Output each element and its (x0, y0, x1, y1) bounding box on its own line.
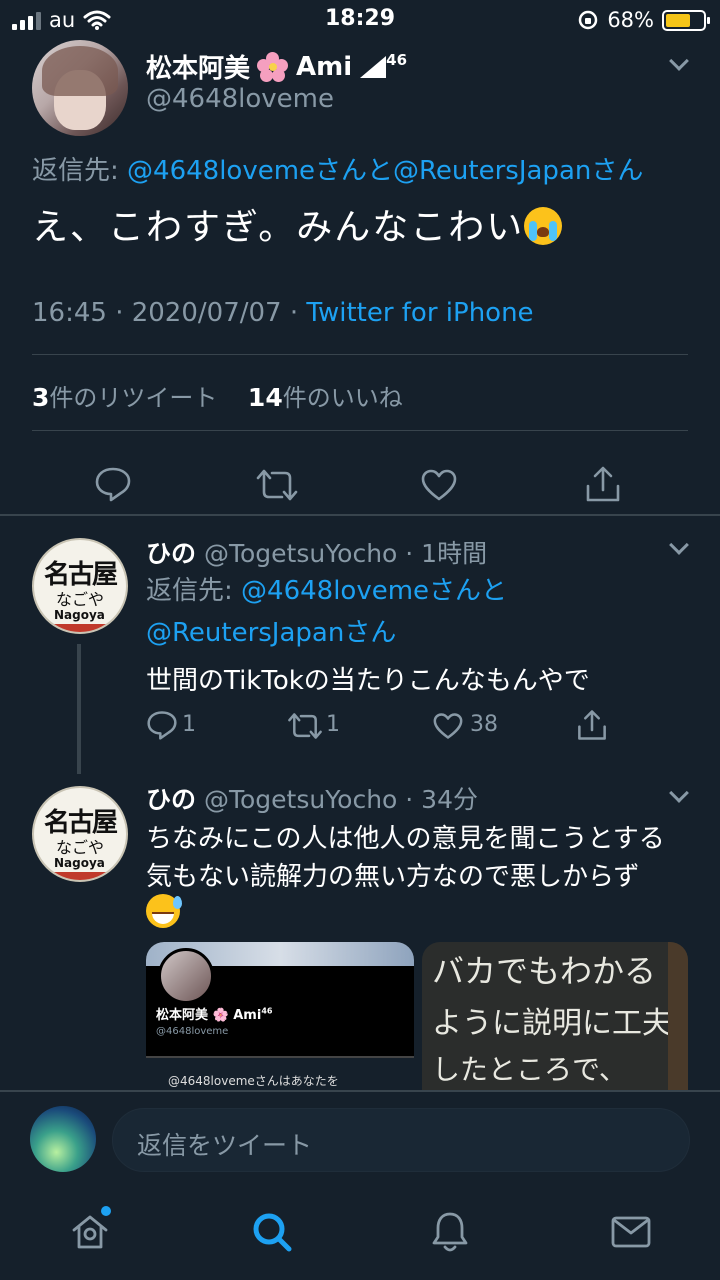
reply-text: 世間のTikTokの当たりこんなもんやで (146, 666, 590, 696)
reply-handle-time: @TogetsuYocho · 1時間 (203, 539, 488, 568)
battery-fill (666, 13, 691, 27)
reply-avatar[interactable]: 名古屋 なごや Nagoya (32, 786, 128, 882)
like-count: 38 (470, 712, 498, 737)
battery-icon (662, 9, 710, 31)
chevron-down-icon[interactable] (669, 51, 689, 71)
author-handle: @4648loveme (146, 84, 335, 114)
retweets-stat[interactable]: 3件のリツイート (32, 383, 218, 412)
section-divider (0, 514, 720, 516)
reply-count: 1 (182, 712, 196, 737)
tweet-stats: 3件のリツイート 14件のいいね (32, 378, 403, 413)
likes-count: 14 (247, 383, 283, 412)
orientation-lock-icon (579, 10, 598, 30)
heart-icon[interactable] (420, 468, 458, 502)
grinning-sweat-icon (146, 894, 182, 928)
chalk-text-line: したところで、 (432, 1053, 627, 1086)
tweet-text: え、こわすぎ。みんなこわい (32, 198, 563, 250)
reply-to-prefix: 返信先: (32, 156, 128, 186)
share-icon[interactable] (576, 708, 608, 742)
chalk-text-line: バカでもわかる (432, 952, 657, 990)
reply-text-emoji (146, 894, 182, 931)
name-suffix: Ami (296, 51, 353, 82)
retweets-label: 件のリツイート (49, 384, 218, 412)
reply-to: 返信先: @4648lovemeさんと@ReutersJapanさん (32, 150, 643, 187)
retweets-count: 3 (32, 383, 50, 412)
reply-avatar[interactable]: 名古屋 なごや Nagoya (32, 538, 128, 634)
triangle-icon (360, 55, 387, 78)
battery-percent: 68% (607, 8, 654, 32)
reply-display-name[interactable]: ひの (146, 785, 196, 814)
reply-icon[interactable] (94, 466, 132, 502)
reply-display-name[interactable]: ひの (146, 539, 196, 568)
my-avatar[interactable] (30, 1106, 96, 1172)
bottom-bar: 返信をツイート (0, 1090, 720, 1280)
media-image[interactable]: 松本阿美 🌸 Ami46 @4648loveme @4648lovemeさんはあ… (146, 942, 414, 1090)
heart-icon[interactable] (432, 712, 464, 740)
display-name: 松本阿美 (146, 54, 251, 84)
retweet-icon[interactable] (254, 468, 300, 502)
reply-input[interactable]: 返信をツイート (112, 1108, 690, 1172)
media-card-handle: @4648loveme (156, 1026, 229, 1037)
divider (32, 430, 688, 431)
reply-to-users[interactable]: @4648lovemeさんと@ReutersJapanさん (127, 156, 643, 186)
reply-text-line: 気もない読解力の無い方なので悪しからず (146, 862, 640, 892)
tweet-meta: 16:45 · 2020/07/07 · Twitter for iPhone (32, 298, 534, 328)
divider (32, 354, 688, 355)
thread-line (77, 644, 81, 774)
home-icon[interactable] (70, 1212, 110, 1252)
status-bar: au 18:29 68% (0, 0, 720, 40)
timestamp: 16:45 · 2020/07/07 · (32, 298, 307, 328)
retweet-icon[interactable] (286, 712, 324, 740)
tweet-actions (0, 452, 720, 512)
search-icon[interactable] (250, 1210, 294, 1254)
chalk-text-line: ように説明に工夫 (432, 1006, 672, 1041)
reply-text-line: ちなみにこの人は他人の意見を聞こうとする (146, 824, 665, 854)
tweet-source[interactable]: Twitter for iPhone (306, 298, 533, 328)
reply-header: ひの @TogetsuYocho · 1時間 (146, 534, 487, 570)
mail-icon[interactable] (610, 1214, 652, 1250)
media-image[interactable]: バカでもわかる ように説明に工夫 したところで、 (422, 942, 688, 1090)
reply-to-users-cont[interactable]: @ReutersJapanさん (146, 612, 396, 649)
reply-header: ひの @TogetsuYocho · 34分 (146, 780, 478, 816)
reply-to-users[interactable]: @4648lovemeさんと (241, 576, 507, 606)
name-superscript: 46 (386, 50, 408, 69)
likes-stat[interactable]: 14件のいいね (247, 383, 403, 412)
tweet-text-body: え、こわすぎ。みんなこわい (32, 207, 525, 248)
likes-label: 件のいいね (282, 384, 403, 412)
retweet-count: 1 (326, 712, 340, 737)
tab-bar (0, 1192, 720, 1280)
avatar[interactable] (32, 40, 128, 136)
notification-dot (101, 1206, 111, 1216)
bell-icon[interactable] (430, 1210, 470, 1254)
reply-handle-time: @TogetsuYocho · 34分 (203, 785, 478, 814)
author-name[interactable]: 松本阿美 Ami 46 (146, 48, 407, 85)
media-card-text: @4648lovemeさんはあなたを (168, 1074, 339, 1088)
media-card-name: 松本阿美 🌸 Ami46 (156, 1006, 273, 1023)
chevron-down-icon[interactable] (669, 783, 689, 803)
reply-actions: 1 1 38 (146, 706, 626, 746)
chevron-down-icon[interactable] (669, 535, 689, 555)
crying-face-icon (524, 207, 563, 245)
reply-icon[interactable] (146, 710, 178, 740)
media-avatar (158, 948, 214, 1004)
reply-to-prefix: 返信先: (146, 576, 242, 606)
status-right: 68% (577, 8, 710, 32)
share-icon[interactable] (584, 464, 622, 504)
reply-to: 返信先: @4648lovemeさんと (146, 570, 507, 607)
cherry-blossom-icon (257, 51, 289, 82)
